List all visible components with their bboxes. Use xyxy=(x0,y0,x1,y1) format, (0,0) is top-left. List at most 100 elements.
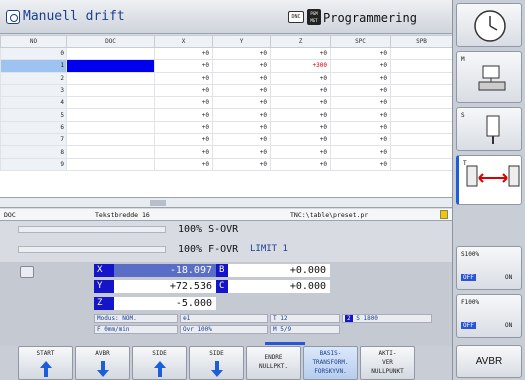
table-body[interactable]: 0 +0 +0 +0 +0 1 +0 +0 +300 +0 2 +0 +0 +0 +0 3 +0 +0 +0 +0 4 +… xyxy=(0,46,453,171)
cell-spc[interactable]: +0 xyxy=(330,120,391,135)
cell-x[interactable]: +0 xyxy=(154,145,213,159)
dnc-icon[interactable]: DNC xyxy=(288,11,304,23)
cell-x[interactable]: +0 xyxy=(154,120,213,135)
softkey-basis-transform[interactable]: BASIS- TRANSFORM. FORSKYVN. xyxy=(303,346,358,380)
softkey-start[interactable]: START xyxy=(18,346,73,380)
scrollbar-thumb[interactable] xyxy=(150,200,166,206)
table-row[interactable]: 9 +0 +0 +0 +0 xyxy=(0,157,453,171)
cell-doc[interactable] xyxy=(66,46,155,61)
cell-z[interactable]: +300 xyxy=(270,59,331,73)
horizontal-scrollbar[interactable] xyxy=(0,198,452,208)
cell-doc[interactable] xyxy=(66,59,155,73)
table-row[interactable]: 4 +0 +0 +0 +0 xyxy=(0,96,453,110)
cell-y[interactable]: +0 xyxy=(212,157,271,171)
cell-no[interactable]: 4 xyxy=(0,96,67,110)
cell-z[interactable]: +0 xyxy=(270,145,331,159)
cell-spb[interactable] xyxy=(390,133,453,147)
column-header-spb[interactable]: SPB xyxy=(390,35,453,48)
cell-doc[interactable] xyxy=(66,96,155,110)
cell-z[interactable]: +0 xyxy=(270,120,331,135)
spindle-button[interactable]: S xyxy=(456,107,522,151)
clock-button[interactable] xyxy=(456,3,522,47)
cell-y[interactable]: +0 xyxy=(212,133,271,147)
column-header-doc[interactable]: DOC xyxy=(66,35,155,48)
cell-z[interactable]: +0 xyxy=(270,133,331,147)
cell-doc[interactable] xyxy=(66,71,155,85)
cell-z[interactable]: +0 xyxy=(270,83,331,98)
softkey-page-down[interactable]: SIDE xyxy=(189,346,244,380)
cell-y[interactable]: +0 xyxy=(212,71,271,85)
cell-y[interactable]: +0 xyxy=(212,46,271,61)
cell-spc[interactable]: +0 xyxy=(330,71,391,85)
softkey-edit-datum[interactable]: ENDRE NULLPKT. xyxy=(246,346,301,380)
cell-x[interactable]: +0 xyxy=(154,108,213,122)
cell-spb[interactable] xyxy=(390,157,453,171)
cell-no[interactable]: 3 xyxy=(0,83,67,98)
cell-y[interactable]: +0 xyxy=(212,96,271,110)
table-row[interactable]: 7 +0 +0 +0 +0 xyxy=(0,133,453,147)
table-row[interactable]: 0 +0 +0 +0 +0 xyxy=(0,46,453,61)
column-header-z[interactable]: Z xyxy=(270,35,331,48)
pgm-mgt-icon[interactable]: PGM MGT xyxy=(307,9,321,25)
cell-y[interactable]: +0 xyxy=(212,120,271,135)
softkey-page-up[interactable]: SIDE xyxy=(132,346,187,380)
softkey-activate-datum[interactable]: AKTI- VER NULLPUNKT xyxy=(360,346,415,380)
table-row[interactable]: 2 +0 +0 +0 +0 xyxy=(0,71,453,85)
s-override-button[interactable]: S100% OFF ON xyxy=(456,246,522,290)
cell-x[interactable]: +0 xyxy=(154,96,213,110)
cell-spc[interactable]: +0 xyxy=(330,59,391,73)
cell-y[interactable]: +0 xyxy=(212,83,271,98)
cell-x[interactable]: +0 xyxy=(154,83,213,98)
softkey-avbr-down[interactable]: AVBR xyxy=(75,346,130,380)
table-row[interactable]: 5 +0 +0 +0 +0 xyxy=(0,108,453,122)
cell-spc[interactable]: +0 xyxy=(330,96,391,110)
cell-x[interactable]: +0 xyxy=(154,157,213,171)
softkey-avbr-cancel[interactable]: AVBR xyxy=(456,345,522,378)
cell-y[interactable]: +0 xyxy=(212,59,271,73)
cell-no[interactable]: 9 xyxy=(0,157,67,171)
cell-z[interactable]: +0 xyxy=(270,46,331,61)
table-row[interactable]: 3 +0 +0 +0 +0 xyxy=(0,83,453,98)
cell-doc[interactable] xyxy=(66,157,155,171)
cell-x[interactable]: +0 xyxy=(154,46,213,61)
cell-spb[interactable] xyxy=(390,46,453,61)
table-row[interactable]: 1 +0 +0 +300 +0 xyxy=(0,59,453,73)
cell-no[interactable]: 2 xyxy=(0,71,67,85)
preset-table[interactable]: NO DOC X Y Z SPC SPB 0 +0 +0 +0 +0 1 +0 +0 +300 +0 2 +0 +0… xyxy=(0,35,453,198)
cell-no[interactable]: 1 xyxy=(0,59,67,73)
cell-y[interactable]: +0 xyxy=(212,108,271,122)
cell-z[interactable]: +0 xyxy=(270,96,331,110)
cell-spb[interactable] xyxy=(390,59,453,73)
cell-doc[interactable] xyxy=(66,108,155,122)
cell-no[interactable]: 7 xyxy=(0,133,67,147)
column-header-x[interactable]: X xyxy=(154,35,213,48)
cell-spb[interactable] xyxy=(390,83,453,98)
cell-z[interactable]: +0 xyxy=(270,71,331,85)
cell-spb[interactable] xyxy=(390,71,453,85)
cell-x[interactable]: +0 xyxy=(154,133,213,147)
f-override-button[interactable]: F100% OFF ON xyxy=(456,294,522,338)
column-header-y[interactable]: Y xyxy=(212,35,271,48)
cell-no[interactable]: 0 xyxy=(0,46,67,61)
cell-spb[interactable] xyxy=(390,96,453,110)
cell-x[interactable]: +0 xyxy=(154,59,213,73)
cell-doc[interactable] xyxy=(66,133,155,147)
table-row[interactable]: 6 +0 +0 +0 +0 xyxy=(0,120,453,135)
cell-spc[interactable]: +0 xyxy=(330,108,391,122)
cell-spb[interactable] xyxy=(390,145,453,159)
column-header-spc[interactable]: SPC xyxy=(330,35,391,48)
cell-doc[interactable] xyxy=(66,120,155,135)
cell-z[interactable]: +0 xyxy=(270,157,331,171)
cell-x[interactable]: +0 xyxy=(154,71,213,85)
cell-no[interactable]: 8 xyxy=(0,145,67,159)
cell-spc[interactable]: +0 xyxy=(330,133,391,147)
refresh-icon[interactable] xyxy=(20,266,34,278)
cell-doc[interactable] xyxy=(66,145,155,159)
cell-z[interactable]: +0 xyxy=(270,108,331,122)
m-function-button[interactable]: M xyxy=(456,51,522,103)
cell-spb[interactable] xyxy=(390,120,453,135)
column-header-no[interactable]: NO xyxy=(0,35,67,48)
cell-no[interactable]: 6 xyxy=(0,120,67,135)
cell-spc[interactable]: +0 xyxy=(330,145,391,159)
cell-spc[interactable]: +0 xyxy=(330,46,391,61)
